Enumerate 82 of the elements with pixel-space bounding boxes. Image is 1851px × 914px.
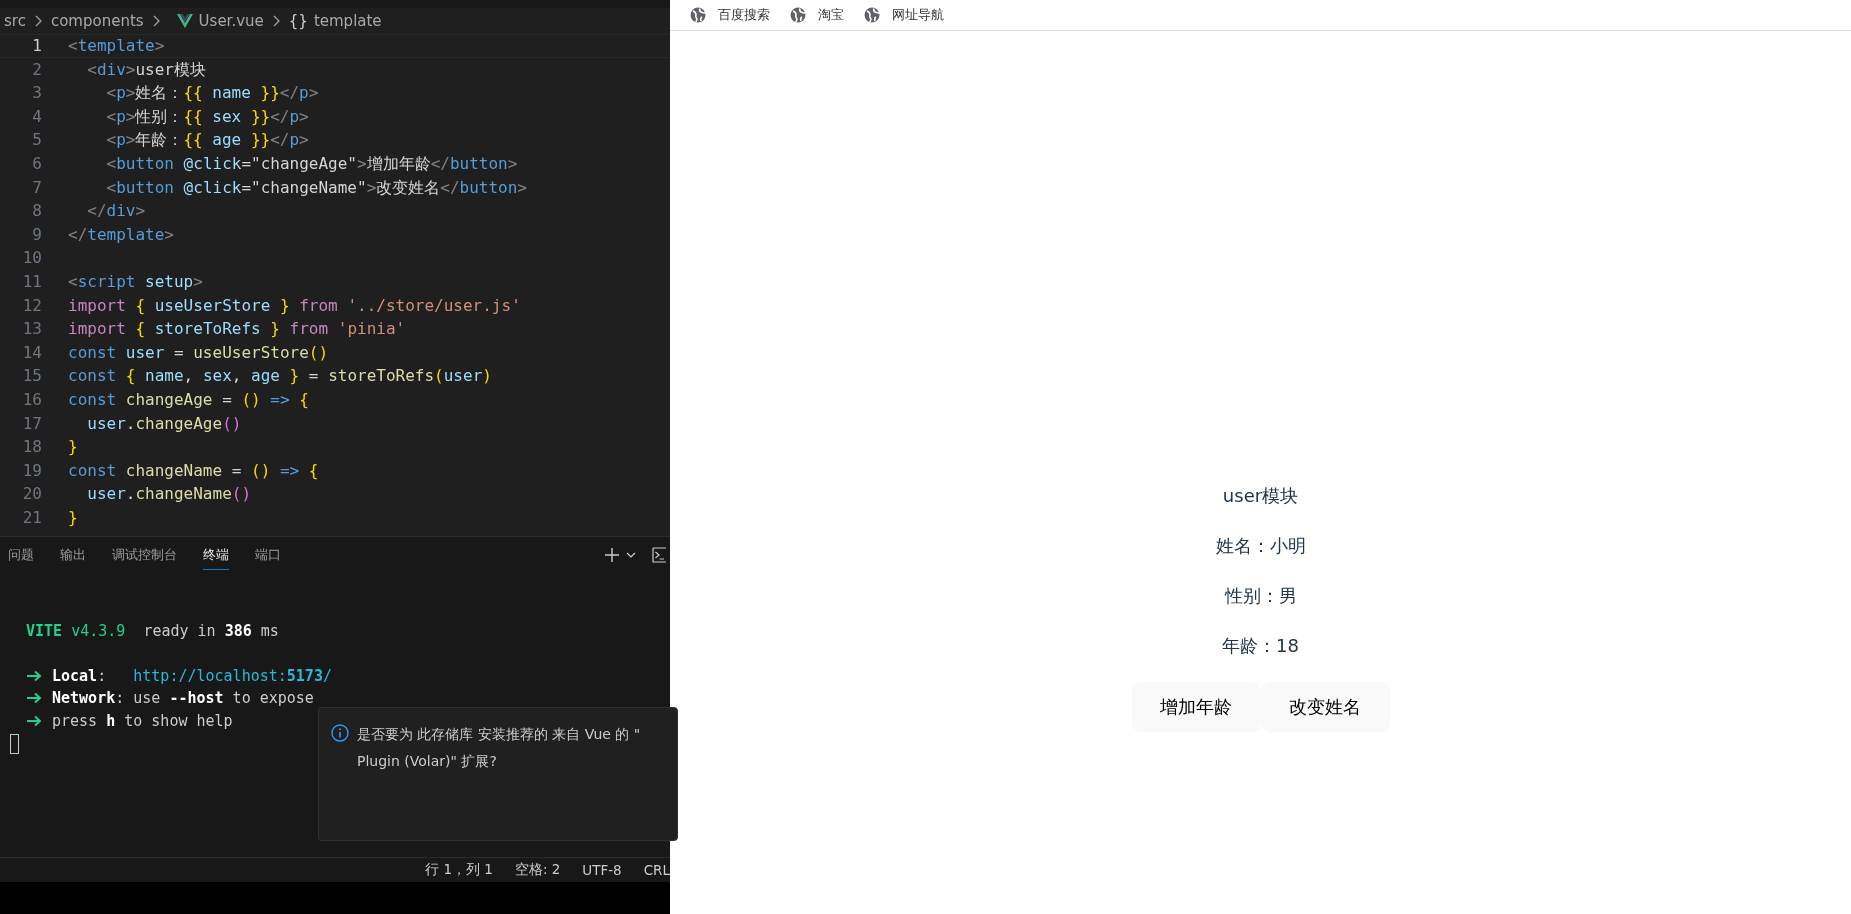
vue-logo-icon	[176, 14, 193, 28]
code-line: <p>年龄：{{ age }}</p>	[105, 129, 309, 152]
code-line: </template>	[68, 223, 174, 246]
line-number: 12	[21, 294, 43, 317]
info-text: 年龄：18	[1222, 634, 1299, 658]
code-line: <div>user模块	[86, 58, 206, 81]
module-title: user模块	[1222, 484, 1299, 508]
bookmark[interactable]: 网址导航	[864, 6, 944, 24]
code-line: <button @click="changeAge">增加年龄</button>	[105, 152, 518, 175]
action-button[interactable]: 改变姓名	[1260, 682, 1390, 732]
line-number: 17	[21, 412, 43, 435]
info-icon	[331, 724, 349, 742]
panel-tab[interactable]: 调试控制台	[112, 540, 177, 570]
notification-text: 是否要为 此存储库 安装推荐的 来自 Vue 的 "	[357, 725, 641, 744]
notification-text: Plugin (Volar)" 扩展?	[357, 752, 498, 771]
line-number: 9	[31, 223, 43, 246]
bookmark[interactable]: 淘宝	[790, 6, 844, 24]
panel-tab[interactable]: 输出	[60, 540, 86, 570]
line-number: 1	[31, 35, 43, 57]
terminal-icon[interactable]	[652, 547, 666, 563]
status-item[interactable]: UTF-8	[582, 862, 622, 878]
code-line: user.changeAge()	[86, 412, 242, 435]
code-line: <script setup>	[68, 270, 203, 293]
line-number: 10	[21, 247, 43, 270]
line-number: 13	[21, 318, 43, 341]
line-number: 11	[21, 270, 43, 293]
chevron-right-icon	[33, 14, 43, 28]
chevron-right-icon	[151, 14, 161, 28]
code-line: </div>	[86, 200, 146, 223]
plus-icon[interactable]	[604, 547, 620, 563]
panel-tab[interactable]: 终端	[203, 540, 229, 570]
terminal-line: Local: http://localhost:5173/	[52, 666, 332, 685]
info-text: 姓名：小明	[1215, 534, 1306, 558]
breadcrumb-item[interactable]: src	[4, 12, 26, 30]
status-item[interactable]: 行 1，列 1	[425, 861, 493, 879]
terminal-line: Network: use --host to expose	[52, 689, 314, 708]
line-number: 3	[31, 82, 43, 105]
line-number: 7	[31, 176, 43, 199]
terminal-cursor	[10, 734, 19, 754]
code-line: <button @click="changeName">改变姓名</button>	[105, 176, 527, 199]
line-number: 8	[31, 200, 43, 223]
action-button[interactable]: 增加年龄	[1131, 682, 1261, 732]
line-number: 6	[31, 152, 43, 175]
globe-icon	[690, 7, 706, 23]
panel-tab[interactable]: 端口	[255, 540, 281, 570]
status-item[interactable]: 空格: 2	[514, 861, 561, 879]
line-number: 2	[31, 58, 43, 81]
terminal-line: VITE v4.3.9 ready in 386 ms	[26, 622, 279, 641]
code-line: const { name, sex, age } = storeToRefs(user)	[68, 365, 492, 388]
line-number: 21	[21, 506, 43, 529]
terminal-line: press h to show help	[52, 711, 233, 730]
code-line: <p>姓名：{{ name }}</p>	[105, 82, 319, 105]
line-number: 19	[21, 459, 43, 482]
line-number: 4	[31, 105, 43, 128]
code-line: import { storeToRefs } from 'pinia'	[68, 318, 406, 341]
line-number: 18	[21, 436, 43, 459]
code-line: }	[68, 506, 78, 529]
code-line: const changeName = () => {	[68, 459, 319, 482]
code-line: }	[68, 436, 78, 459]
braces-icon: {}	[288, 12, 308, 30]
line-number: 5	[31, 129, 43, 152]
breadcrumb-item[interactable]: template	[313, 12, 382, 30]
chevron-down-icon[interactable]	[626, 552, 636, 558]
info-text: 性别：男	[1224, 584, 1297, 608]
code-line: import { useUserStore } from '../store/user.js'	[68, 294, 521, 317]
code-line: <p>性别：{{ sex }}</p>	[105, 105, 309, 128]
code-line: <template>	[68, 35, 165, 57]
breadcrumb-item[interactable]: components	[50, 12, 144, 30]
chevron-right-icon	[271, 14, 281, 28]
line-number: 15	[21, 365, 43, 388]
line-number: 16	[21, 388, 43, 411]
globe-icon	[790, 7, 806, 23]
status-item[interactable]: CRL	[643, 862, 670, 878]
code-line: const changeAge = () => {	[68, 388, 309, 411]
code-line: user.changeName()	[86, 483, 252, 506]
line-number: 20	[21, 483, 43, 506]
globe-icon	[864, 7, 880, 23]
line-number: 14	[21, 341, 43, 364]
breadcrumb-item[interactable]: User.vue	[198, 12, 264, 30]
bookmark[interactable]: 百度搜索	[690, 6, 770, 24]
panel-tab[interactable]: 问题	[8, 540, 34, 570]
code-line: const user = useUserStore()	[68, 341, 329, 364]
